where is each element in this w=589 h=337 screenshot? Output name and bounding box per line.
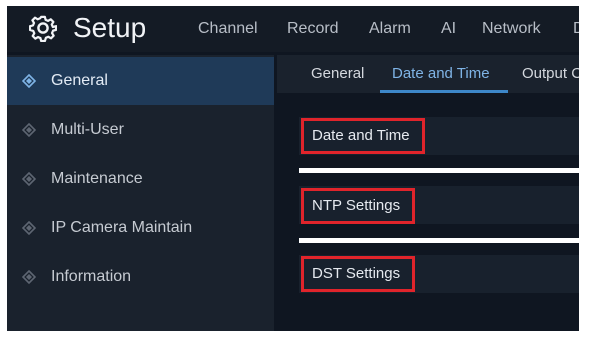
- page-title: Setup: [73, 12, 147, 43]
- section-title-ntp-settings: NTP Settings: [301, 188, 416, 224]
- menu-network[interactable]: Network: [482, 19, 541, 39]
- menu-truncated[interactable]: D: [573, 19, 579, 39]
- sidebar-item-ip-camera-maintain[interactable]: IP Camera Maintain: [7, 204, 274, 252]
- gear-icon: [29, 15, 57, 42]
- menu-record[interactable]: Record: [287, 19, 339, 39]
- sidebar-item-label: General: [51, 72, 108, 89]
- active-tab-indicator: [380, 90, 508, 93]
- diamond-icon: [22, 221, 36, 235]
- tab-output[interactable]: Output C: [522, 64, 579, 84]
- main-content: General Date and Time Output C Date and …: [277, 55, 579, 331]
- sidebar-item-label: Multi-User: [51, 121, 124, 138]
- sidebar-item-information[interactable]: Information: [7, 253, 274, 301]
- tab-general[interactable]: General: [311, 64, 364, 84]
- section-title-date-and-time: Date and Time: [301, 118, 425, 154]
- sidebar-item-label: IP Camera Maintain: [51, 219, 193, 236]
- section-title-dst-settings: DST Settings: [301, 256, 416, 292]
- divider: [299, 168, 579, 173]
- tab-bar: General Date and Time Output C: [277, 55, 579, 93]
- sidebar-item-general[interactable]: General: [7, 57, 274, 105]
- diamond-icon: [22, 270, 36, 284]
- app-window: Setup Channel Record Alarm AI Network D …: [7, 6, 579, 331]
- sidebar-item-label: Maintenance: [51, 170, 143, 187]
- sidebar-item-maintenance[interactable]: Maintenance: [7, 155, 274, 203]
- top-bar: Setup Channel Record Alarm AI Network D: [7, 6, 579, 52]
- sidebar-item-multi-user[interactable]: Multi-User: [7, 106, 274, 154]
- diamond-icon: [22, 74, 36, 88]
- menu-alarm[interactable]: Alarm: [369, 19, 411, 39]
- diamond-icon: [22, 123, 36, 137]
- tab-date-and-time[interactable]: Date and Time: [392, 64, 490, 84]
- sidebar-item-label: Information: [51, 268, 132, 285]
- menu-ai[interactable]: AI: [441, 19, 456, 39]
- menu-channel[interactable]: Channel: [198, 19, 258, 39]
- sidebar: General Multi-User Maintenance IP Camera…: [7, 55, 274, 331]
- diamond-icon: [22, 172, 36, 186]
- divider: [299, 238, 579, 243]
